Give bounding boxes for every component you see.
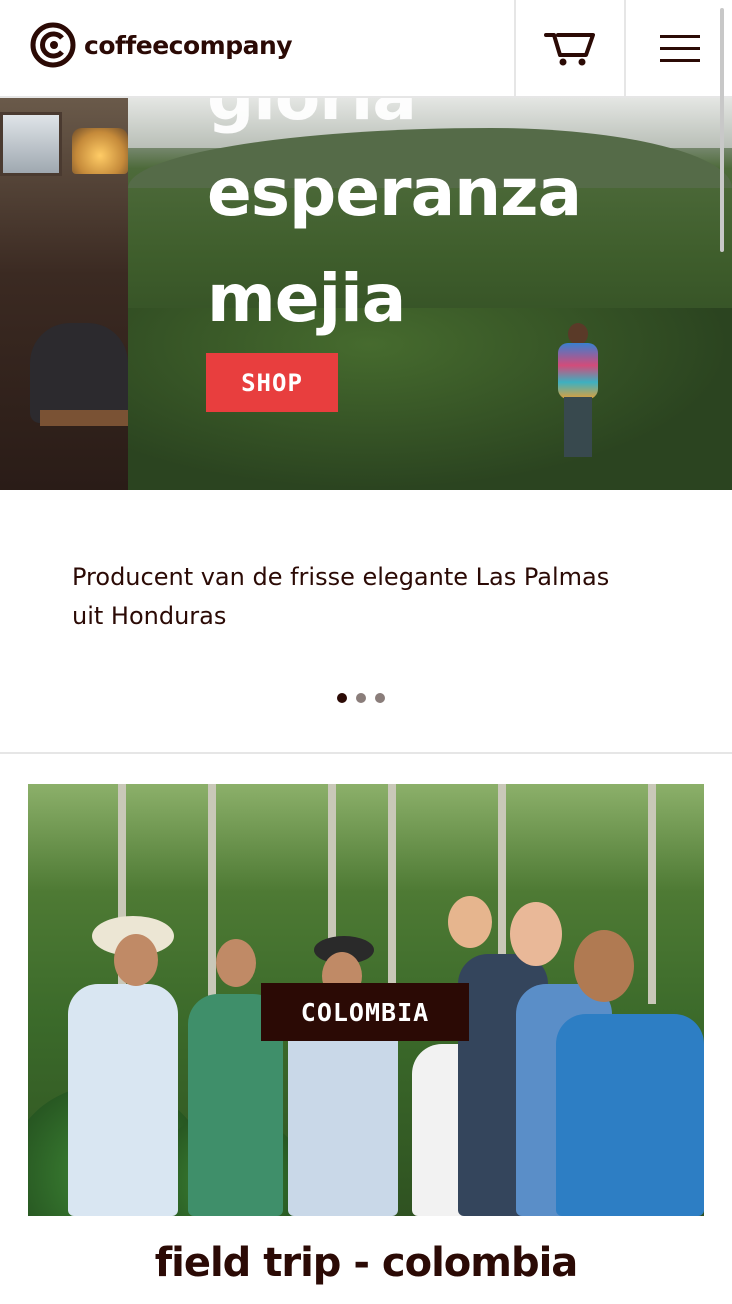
- field-trip-title[interactable]: field trip - colombia: [0, 1240, 732, 1286]
- cart-icon: [544, 33, 595, 66]
- farmer-figure: [552, 323, 604, 463]
- logo-icon: [30, 22, 76, 68]
- producer-description: Producent van de frisse elegante Las Pal…: [72, 563, 610, 630]
- brand-name: coffeecompany: [84, 30, 293, 60]
- country-badge[interactable]: COLOMBIA: [261, 983, 469, 1041]
- hero-previous-slide-image: [0, 98, 128, 490]
- shop-button[interactable]: SHOP: [206, 353, 338, 412]
- cart-button[interactable]: [514, 0, 624, 96]
- carousel-dots: [337, 693, 385, 703]
- carousel-dot-1[interactable]: [337, 693, 347, 703]
- section-divider: [0, 752, 732, 754]
- hero-title-line-3: mejia: [207, 260, 406, 337]
- menu-button[interactable]: [624, 0, 732, 96]
- carousel-dot-3[interactable]: [375, 693, 385, 703]
- hero-title-line-2: esperanza: [207, 154, 582, 231]
- carousel-dot-2[interactable]: [356, 693, 366, 703]
- scrollbar[interactable]: [720, 8, 724, 252]
- site-header: coffeecompany: [0, 0, 732, 98]
- hamburger-menu-icon: [660, 26, 700, 71]
- brand-logo[interactable]: coffeecompany: [30, 22, 293, 68]
